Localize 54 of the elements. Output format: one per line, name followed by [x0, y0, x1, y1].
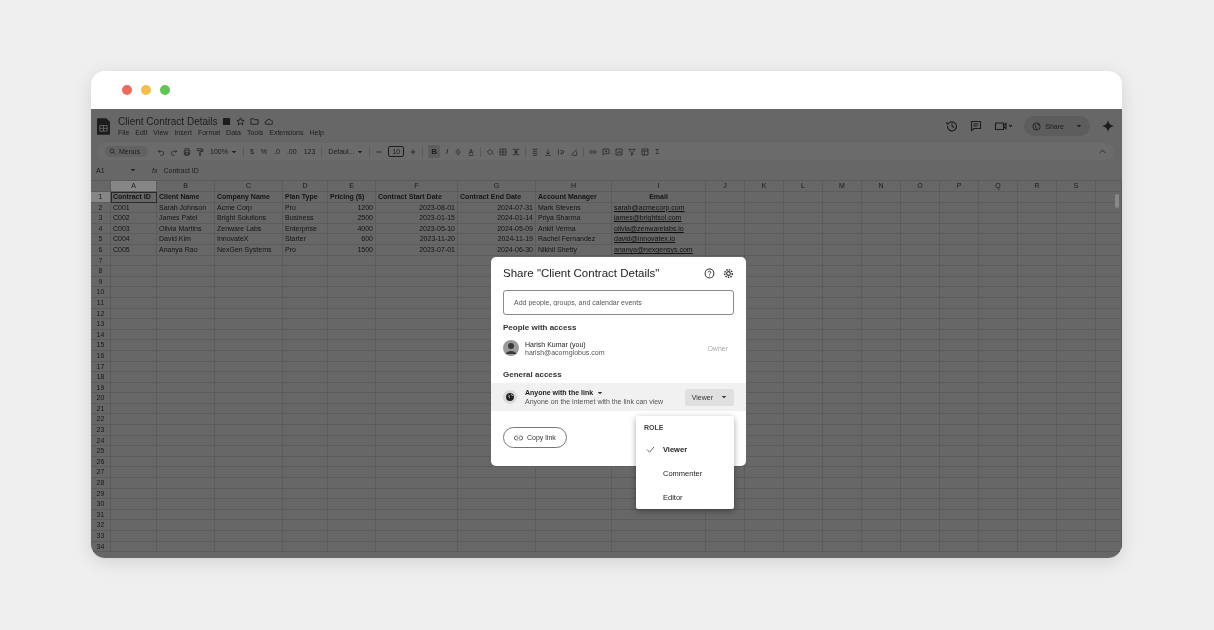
redo-icon[interactable]	[170, 147, 178, 156]
printer-icon[interactable]	[183, 147, 191, 156]
paint-roller-icon[interactable]	[196, 147, 204, 156]
caret-icon	[230, 149, 237, 154]
settings-icon[interactable]	[723, 267, 734, 279]
help-icon[interactable]	[704, 267, 715, 279]
text-wrap-icon[interactable]	[557, 147, 566, 156]
document-title[interactable]: Client Contract Details	[118, 116, 218, 127]
borders-icon[interactable]	[499, 147, 508, 156]
caret-icon	[1076, 124, 1082, 128]
sparkle-icon[interactable]	[1102, 120, 1114, 132]
caret-icon	[721, 395, 727, 399]
text-rotate-icon[interactable]	[570, 147, 579, 156]
dialog-title: Share "Client Contract Details"	[503, 267, 660, 279]
collapse-icon[interactable]	[1099, 149, 1106, 154]
scrollbar[interactable]	[1115, 194, 1119, 208]
window-control[interactable]	[141, 85, 151, 95]
globe-icon	[503, 390, 517, 404]
window-control[interactable]	[122, 85, 132, 95]
chart-icon[interactable]	[615, 147, 624, 156]
caret-icon	[357, 149, 364, 154]
italic-button[interactable]: I	[445, 147, 450, 156]
caret-icon[interactable]	[130, 168, 136, 172]
caret-icon	[597, 390, 604, 395]
text-color-icon[interactable]	[467, 147, 476, 156]
plus-icon[interactable]	[409, 147, 418, 156]
undo-icon[interactable]	[157, 147, 165, 156]
spreadsheet-logo-icon[interactable]	[97, 117, 110, 135]
avatar	[503, 340, 519, 356]
link-icon[interactable]	[589, 147, 598, 156]
align-icon[interactable]	[531, 147, 540, 156]
fill-bucket-icon[interactable]	[486, 147, 495, 156]
folder-icon[interactable]	[250, 117, 260, 126]
section-heading: People with access	[503, 323, 578, 332]
bold-button[interactable]: B	[428, 145, 440, 158]
comment-icon[interactable]	[602, 147, 611, 156]
square-icon[interactable]	[222, 117, 232, 126]
star-icon[interactable]	[236, 117, 246, 126]
filter-icon[interactable]	[628, 147, 637, 156]
column-header[interactable]	[1096, 181, 1122, 192]
comment-icon[interactable]	[970, 120, 983, 132]
check-icon	[646, 445, 655, 453]
strikethrough-icon[interactable]	[454, 147, 463, 156]
video-camera-icon[interactable]	[994, 120, 1013, 132]
window-control[interactable]	[160, 85, 170, 95]
link-icon	[514, 434, 523, 441]
vertical-align-icon[interactable]	[544, 147, 553, 156]
search-icon	[109, 148, 116, 155]
globe-icon	[1032, 121, 1042, 131]
cloud-icon[interactable]	[264, 117, 274, 126]
merge-icon[interactable]	[512, 147, 521, 156]
table-icon[interactable]	[641, 147, 650, 156]
section-heading: General access	[503, 370, 563, 379]
history-icon[interactable]	[946, 120, 959, 132]
